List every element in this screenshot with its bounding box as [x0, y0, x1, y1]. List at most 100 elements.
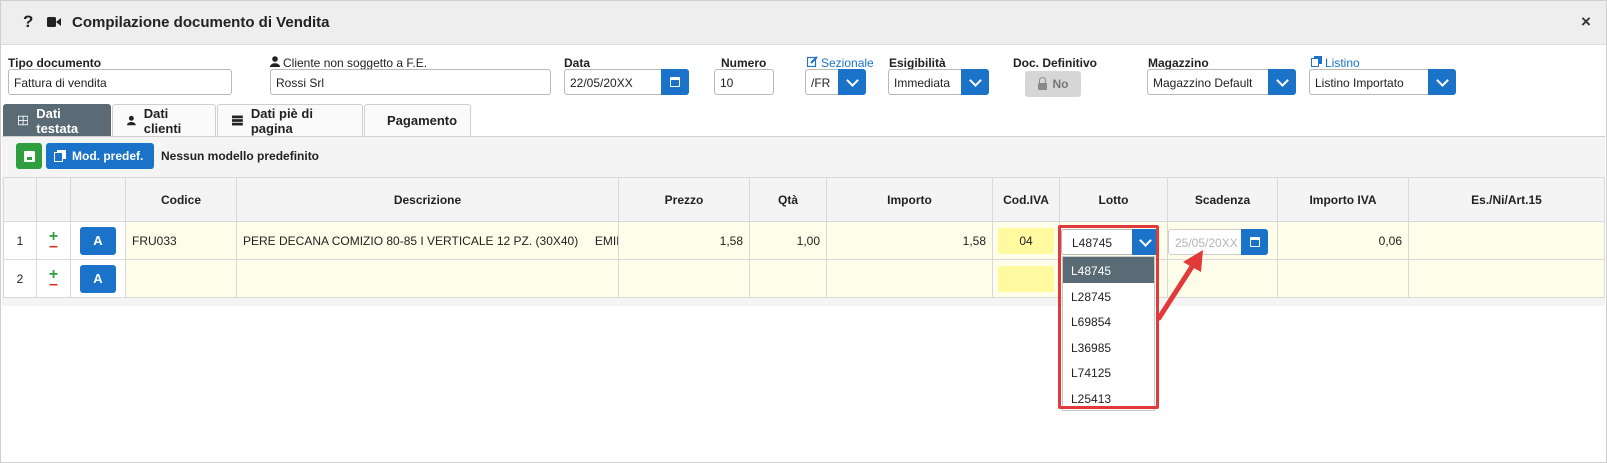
- chevron-down-icon: [1435, 73, 1449, 87]
- lock-icon: [1037, 76, 1047, 90]
- table-icon: [18, 115, 29, 126]
- tab-dati-testata[interactable]: Dati testata: [3, 104, 111, 136]
- listino-label[interactable]: Listino: [1325, 56, 1360, 70]
- arrow-icon: [1156, 250, 1203, 321]
- scadenza-calendar-button[interactable]: [1241, 229, 1268, 255]
- copy-icon[interactable]: [1311, 56, 1322, 67]
- col-header: [70, 177, 126, 222]
- video-icon[interactable]: [47, 17, 61, 27]
- tab-dati-pie-di-pagina[interactable]: Dati piè di pagina: [217, 104, 363, 136]
- col-header: [36, 177, 71, 222]
- col-header-importo-iva[interactable]: Importo IVA: [1277, 177, 1409, 222]
- esigibilita-field[interactable]: Immediata: [888, 69, 962, 95]
- chevron-down-icon: [1275, 73, 1289, 87]
- remove-row-icon[interactable]: –: [43, 276, 64, 292]
- cell-importo-iva[interactable]: [1277, 259, 1409, 298]
- row-number: 2: [3, 259, 37, 298]
- magazzino-label: Magazzino: [1148, 56, 1209, 70]
- cell-cod-iva[interactable]: 04: [992, 221, 1060, 260]
- row-add-remove: + –: [36, 221, 71, 260]
- tipo-documento-field[interactable]: Fattura di vendita: [8, 69, 232, 95]
- tab-label: Pagamento: [387, 113, 458, 128]
- listino-dropdown-button[interactable]: [1428, 69, 1456, 95]
- copy-icon: [54, 150, 66, 162]
- table-row: 2 + – A: [3, 259, 1605, 298]
- cell-cod-iva[interactable]: [992, 259, 1060, 298]
- col-header-cod-iva[interactable]: Cod.IVA: [992, 177, 1060, 222]
- title-bar: ? Compilazione documento di Vendita ×: [1, 1, 1606, 45]
- magazzino-field[interactable]: Magazzino Default: [1147, 69, 1269, 95]
- listino-field[interactable]: Listino Importato: [1309, 69, 1429, 95]
- row-action-cell: A: [70, 221, 126, 260]
- cell-importo[interactable]: 1,58: [826, 221, 993, 260]
- tab-pagamento[interactable]: Pagamento: [364, 104, 471, 136]
- mod-predef-button[interactable]: Mod. predef.: [46, 143, 154, 169]
- sezionale-dropdown-button[interactable]: [838, 69, 866, 95]
- row-a-button[interactable]: A: [80, 264, 116, 293]
- col-header-qta[interactable]: Qtà: [749, 177, 827, 222]
- cliente-field[interactable]: Rossi Srl: [270, 69, 551, 95]
- remove-row-icon[interactable]: –: [43, 238, 64, 254]
- no-model-text: Nessun modello predefinito: [161, 149, 320, 163]
- sezionale-label[interactable]: Sezionale: [821, 56, 874, 70]
- col-header-importo[interactable]: Importo: [826, 177, 993, 222]
- dialog-title: Compilazione documento di Vendita: [72, 14, 330, 31]
- cell-prezzo[interactable]: [618, 259, 750, 298]
- tab-label: Dati piè di pagina: [250, 105, 313, 136]
- sezionale-field[interactable]: /FR: [805, 69, 839, 95]
- cell-importo[interactable]: [826, 259, 993, 298]
- chevron-down-icon: [845, 73, 859, 87]
- col-header-prezzo[interactable]: Prezzo: [618, 177, 750, 222]
- cod-iva-value: [998, 265, 1054, 292]
- calendar-icon: [1249, 237, 1260, 247]
- save-button[interactable]: [16, 143, 42, 169]
- row-a-button[interactable]: A: [80, 226, 116, 255]
- col-header-codice[interactable]: Codice: [125, 177, 237, 222]
- cell-prezzo[interactable]: 1,58: [618, 221, 750, 260]
- data-field[interactable]: 22/05/20XX: [564, 69, 662, 95]
- cell-es-ni-art15[interactable]: [1408, 221, 1605, 260]
- row-number: 1: [3, 221, 37, 260]
- calendar-icon: [670, 77, 680, 87]
- col-header: [3, 177, 37, 222]
- tipo-documento-label: Tipo documento: [8, 56, 102, 70]
- highlight-box: [1058, 225, 1159, 409]
- edit-icon[interactable]: [807, 56, 818, 67]
- cell-qta[interactable]: 1,00: [749, 221, 827, 260]
- cell-es-ni-art15[interactable]: [1408, 259, 1605, 298]
- cliente-label: Cliente non soggetto a F.E.: [283, 56, 428, 70]
- row-action-cell: A: [70, 259, 126, 298]
- cell-descrizione[interactable]: PERE DECANA COMIZIO 80-85 I VERTICALE 12…: [236, 221, 619, 260]
- cod-iva-value: 04: [998, 227, 1054, 254]
- doc-definitivo-toggle[interactable]: No: [1025, 71, 1081, 97]
- cell-importo-iva[interactable]: 0,06: [1277, 221, 1409, 260]
- esigibilita-label: Esigibilità: [889, 56, 946, 70]
- col-header-lotto[interactable]: Lotto: [1059, 177, 1168, 222]
- data-label: Data: [564, 56, 591, 70]
- close-icon[interactable]: ×: [1581, 12, 1591, 32]
- col-header-descrizione[interactable]: Descrizione: [236, 177, 619, 222]
- tab-label: Dati clienti: [143, 105, 182, 136]
- table-row: 1 + – A FRU033 PERE DECANA COMIZIO 80-85…: [3, 221, 1605, 260]
- tab-label: Dati testata: [36, 105, 79, 136]
- col-header-scadenza[interactable]: Scadenza: [1167, 177, 1278, 222]
- document-lines-table: Codice Descrizione Prezzo Qtà Importo Co…: [3, 177, 1605, 298]
- magazzino-dropdown-button[interactable]: [1268, 69, 1296, 95]
- cell-codice[interactable]: FRU033: [125, 221, 237, 260]
- cell-qta[interactable]: [749, 259, 827, 298]
- esigibilita-dropdown-button[interactable]: [961, 69, 989, 95]
- help-icon[interactable]: ?: [23, 12, 33, 32]
- data-calendar-button[interactable]: [661, 69, 689, 95]
- col-header-es-ni-art15[interactable]: Es./Ni/Art.15: [1408, 177, 1605, 222]
- dialog-window: ? Compilazione documento di Vendita × Ti…: [0, 0, 1607, 463]
- row-add-remove: + –: [36, 259, 71, 298]
- floppy-icon: [23, 150, 35, 162]
- doc-definitivo-label: Doc. Definitivo: [1013, 56, 1098, 70]
- list-icon: [232, 115, 243, 126]
- user-icon: [270, 56, 280, 67]
- cell-codice[interactable]: [125, 259, 237, 298]
- tab-dati-clienti[interactable]: Dati clienti: [112, 104, 216, 136]
- numero-field[interactable]: 10: [714, 69, 774, 95]
- table-header-row: Codice Descrizione Prezzo Qtà Importo Co…: [3, 177, 1605, 222]
- cell-descrizione[interactable]: [236, 259, 619, 298]
